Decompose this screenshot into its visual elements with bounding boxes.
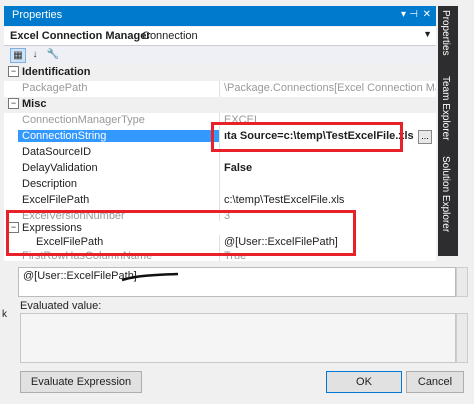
collapse-icon[interactable]: − xyxy=(8,66,19,77)
property-name: PackagePath xyxy=(22,82,88,94)
expression-textbox[interactable]: @[User::ExcelFilePath] xyxy=(18,267,456,297)
property-name: Description xyxy=(22,178,78,190)
left-edge-fragment: k xyxy=(2,309,7,320)
dropdown-arrow-icon[interactable]: ▾ xyxy=(401,9,406,20)
cancel-button[interactable]: Cancel xyxy=(406,371,464,393)
tab-team-explorer[interactable]: Team Explorer xyxy=(440,76,451,140)
evaluated-value-label: Evaluated value: xyxy=(20,300,102,312)
property-name: ExcelFilePath xyxy=(22,194,90,206)
side-tab-strip: Properties Team Explorer Solution Explor… xyxy=(438,6,458,256)
expressions-highlight xyxy=(6,210,356,256)
property-name: DelayValidation xyxy=(22,162,98,174)
property-name: ConnectionManagerType xyxy=(22,114,145,126)
property-name: ConnectionString xyxy=(18,130,219,142)
chevron-down-icon[interactable]: ▼ xyxy=(423,29,432,39)
properties-titlebar[interactable]: Properties ▾ ⊣ ✕ xyxy=(4,6,436,26)
connection-string-highlight xyxy=(211,122,403,152)
object-selector[interactable]: Excel Connection Manager Connection ▼ xyxy=(4,27,436,46)
close-icon[interactable]: ✕ xyxy=(423,9,431,20)
handwritten-stroke xyxy=(121,272,179,282)
alphabetical-icon[interactable]: ↓ xyxy=(28,48,42,61)
property-row-delayvalidation[interactable]: DelayValidation False xyxy=(4,161,436,177)
expression-scrollbar[interactable] xyxy=(456,267,468,297)
tab-solution-explorer[interactable]: Solution Explorer xyxy=(440,156,451,232)
category-identification[interactable]: − Identification xyxy=(4,65,436,81)
evaluated-scrollbar[interactable] xyxy=(456,313,468,363)
property-value: \Package.Connections[Excel Connection Ma… xyxy=(224,82,436,94)
object-name: Excel Connection Manager xyxy=(10,30,151,42)
evaluate-expression-button[interactable]: Evaluate Expression xyxy=(20,371,142,393)
window-title: Properties xyxy=(12,9,63,21)
evaluated-value-box xyxy=(20,313,456,363)
category-misc[interactable]: − Misc xyxy=(4,97,436,113)
property-row-excelfilepath[interactable]: ExcelFilePath c:\temp\TestExcelFile.xls xyxy=(4,193,436,209)
tab-properties[interactable]: Properties xyxy=(440,10,451,56)
category-label: Identification xyxy=(22,66,91,78)
property-row-description[interactable]: Description xyxy=(4,177,436,193)
property-value[interactable]: False xyxy=(224,162,436,174)
pin-icon[interactable]: ⊣ xyxy=(409,9,418,20)
category-label: Misc xyxy=(22,98,47,110)
properties-toolbar: ▦ ↓ 🔧 xyxy=(4,46,436,64)
collapse-icon[interactable]: − xyxy=(8,98,19,109)
property-value[interactable]: c:\temp\TestExcelFile.xls xyxy=(224,194,436,206)
ok-button[interactable]: OK xyxy=(326,371,402,393)
property-row-packagepath[interactable]: PackagePath \Package.Connections[Excel C… xyxy=(4,81,436,97)
object-kind: Connection xyxy=(142,30,198,42)
ellipsis-button[interactable]: ... xyxy=(418,130,432,144)
property-name: DataSourceID xyxy=(22,146,92,158)
property-pages-icon[interactable]: 🔧 xyxy=(46,48,60,61)
categorized-icon[interactable]: ▦ xyxy=(10,48,26,63)
